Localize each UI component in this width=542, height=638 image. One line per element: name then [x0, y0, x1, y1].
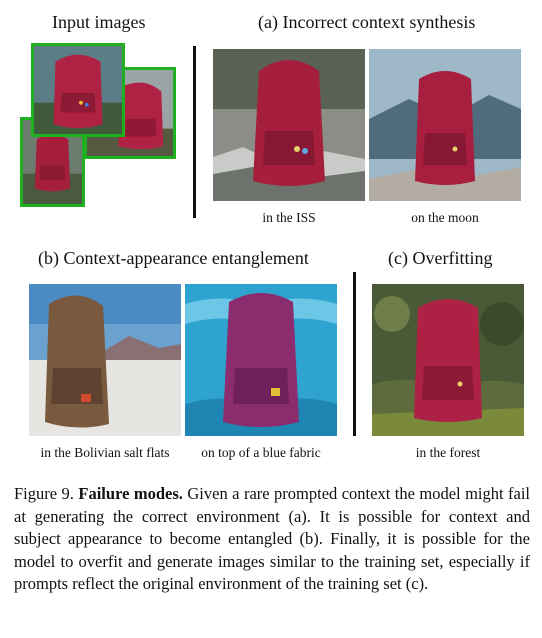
figure-label: Figure 9. — [14, 484, 74, 503]
generated-image-salt-flats — [29, 284, 181, 436]
figure-caption-bold: Failure modes. — [78, 484, 183, 503]
separator-line — [193, 46, 196, 218]
incorrect-context-title: (a) Incorrect context synthesis — [258, 12, 476, 32]
generated-image-blue-fabric — [185, 284, 337, 436]
caption-on-the-moon: on the moon — [411, 210, 479, 225]
figure-caption: Figure 9. Failure modes. Given a rare pr… — [14, 483, 530, 596]
input-images-title: Input images — [52, 12, 146, 32]
caption-in-the-iss: in the ISS — [262, 210, 316, 225]
generated-image-iss — [213, 49, 365, 201]
entanglement-title: (b) Context-appearance entanglement — [38, 248, 309, 268]
input-image-thumbnail — [31, 43, 125, 137]
caption-in-the-forest: in the forest — [415, 445, 481, 460]
generated-image-forest — [372, 284, 524, 436]
caption-blue-fabric: on top of a blue fabric — [201, 445, 321, 460]
generated-image-moon — [369, 49, 521, 201]
caption-bolivian-salt-flats: in the Bolivian salt flats — [40, 445, 170, 460]
overfitting-title: (c) Overfitting — [388, 248, 493, 268]
separator-line — [353, 272, 356, 436]
